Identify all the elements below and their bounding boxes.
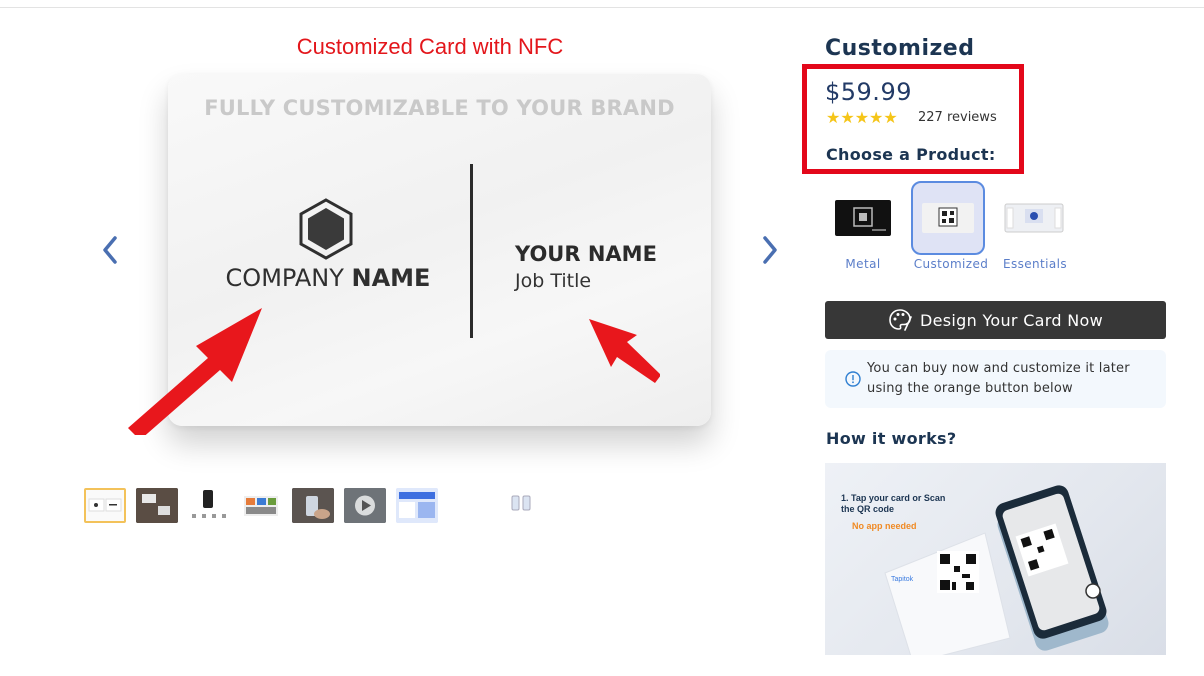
product-price: $59.99 [825, 78, 912, 106]
info-circle-icon [845, 371, 861, 387]
gallery-next-button[interactable] [758, 230, 782, 270]
variant-customized[interactable] [911, 181, 985, 255]
card-your-name: YOUR NAME [515, 242, 657, 266]
thumbnail-6-video[interactable] [344, 488, 386, 523]
design-card-button[interactable]: Design Your Card Now [825, 301, 1166, 339]
product-title: Customized [825, 36, 975, 61]
thumbnail-8[interactable] [448, 488, 490, 523]
variant-label-metal[interactable]: Metal [823, 257, 903, 271]
chevron-left-icon [103, 236, 117, 264]
hexagon-logo-icon [299, 198, 353, 260]
card-job-title: Job Title [515, 270, 592, 292]
variant-label-essentials[interactable]: Essentials [995, 257, 1075, 271]
how-it-works-heading: How it works? [826, 429, 957, 448]
how-brand-label: Tapitok [891, 576, 914, 583]
customized-card-icon [922, 203, 974, 233]
essentials-card-icon [1004, 203, 1064, 233]
red-arrow-right [589, 319, 660, 383]
chevron-right-icon [763, 236, 777, 264]
choose-product-label: Choose a Product: [826, 145, 996, 164]
card-divider [470, 164, 473, 338]
top-divider [0, 7, 1204, 8]
palette-icon [889, 309, 912, 331]
review-count-link[interactable]: 227 reviews [918, 110, 997, 125]
card-and-phone-illustration: Tapitok [884, 485, 1109, 655]
how-it-works-image: 1. Tap your card or Scan the QR code No … [825, 463, 1166, 655]
red-arrow-left [128, 308, 262, 435]
variant-essentials[interactable] [997, 181, 1071, 255]
metal-card-icon [835, 200, 891, 236]
rating-stars-icon: ★★★★★ [826, 108, 898, 127]
info-text: You can buy now and customize it later u… [867, 361, 1130, 396]
company-name-regular: COMPANY [225, 264, 352, 292]
thumbnail-2[interactable] [136, 488, 178, 523]
annotation-title: Customized Card with NFC [296, 34, 564, 59]
info-notice: You can buy now and customize it later u… [825, 350, 1166, 408]
thumbnail-5[interactable] [292, 488, 334, 523]
gallery-prev-button[interactable] [98, 230, 122, 270]
thumbnail-9[interactable] [500, 488, 542, 523]
variant-metal[interactable] [826, 181, 900, 255]
thumbnail-3[interactable] [188, 488, 230, 523]
company-name: COMPANY NAME [208, 264, 448, 292]
card-headline: FULLY CUSTOMIZABLE TO YOUR BRAND [204, 96, 675, 120]
thumbnail-1[interactable] [84, 488, 126, 523]
thumbnail-4[interactable] [240, 488, 282, 523]
thumbnail-7[interactable] [396, 488, 438, 523]
variant-label-customized[interactable]: Customized [911, 257, 991, 271]
design-card-button-label: Design Your Card Now [920, 310, 1103, 330]
company-name-bold: NAME [351, 264, 431, 292]
